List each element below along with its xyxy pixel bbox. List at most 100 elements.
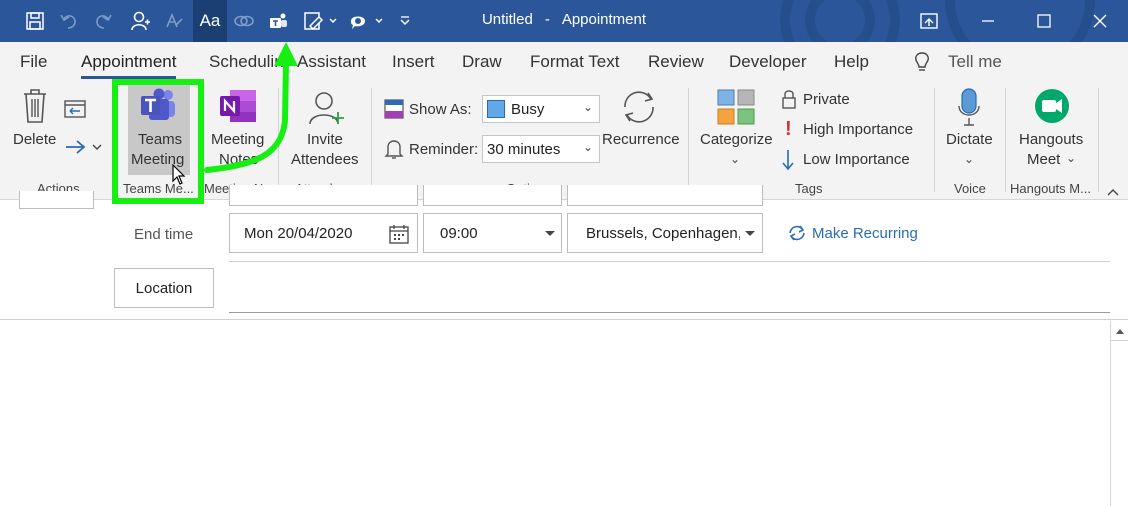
meeting-notes-line2[interactable]: Notes xyxy=(219,150,258,170)
group-separator xyxy=(278,88,279,192)
reminder-value: 30 minutes xyxy=(487,140,561,158)
timezone-field[interactable]: Brussels, Copenhagen, M xyxy=(567,213,763,253)
meeting-notes-line1[interactable]: Meeting xyxy=(211,130,264,150)
ribbon-tabs: File Appointment Schedulin Assistant Ins… xyxy=(0,42,1128,80)
onenote-icon[interactable] xyxy=(218,88,258,129)
tags-group-label: Tags xyxy=(795,181,823,196)
end-time-field[interactable]: 09:00 xyxy=(423,213,562,253)
tab-help[interactable]: Help xyxy=(834,52,869,72)
undo-icon[interactable] xyxy=(54,0,84,42)
edit-form-icon[interactable] xyxy=(300,0,342,42)
message-body[interactable] xyxy=(0,321,1110,506)
reminder-dropdown[interactable]: 30 minutes ⌄ xyxy=(482,135,600,163)
caret-down-icon[interactable] xyxy=(744,224,756,246)
address-book-icon[interactable] xyxy=(124,0,156,42)
appointment-form: End time Mon 20/04/2020 09:00 Brussels, … xyxy=(0,185,1128,506)
group-separator xyxy=(371,88,372,192)
tab-appointment[interactable]: Appointment xyxy=(81,52,177,79)
scroll-up-button[interactable] xyxy=(1111,321,1128,341)
group-separator xyxy=(1005,88,1006,192)
scroll-up-icon xyxy=(1115,328,1124,334)
tab-developer[interactable]: Developer xyxy=(729,52,807,72)
invite-attendees-line1[interactable]: Invite xyxy=(307,130,343,150)
save-icon[interactable] xyxy=(18,0,52,42)
location-button[interactable]: Location xyxy=(114,268,214,308)
tell-me-search[interactable]: Tell me xyxy=(948,52,1002,72)
group-separator xyxy=(688,88,689,192)
delete-icon[interactable] xyxy=(22,88,48,129)
hangouts-meet-icon[interactable] xyxy=(1034,88,1070,129)
body-divider xyxy=(0,319,1128,320)
teams-qat-icon[interactable] xyxy=(266,0,292,42)
start-timezone-field-partial[interactable] xyxy=(567,185,763,206)
collapse-ribbon-icon[interactable] xyxy=(1106,184,1120,202)
categorize-button[interactable]: Categorize xyxy=(700,130,773,150)
font-button[interactable]: Aa xyxy=(193,0,227,42)
spelling-icon[interactable] xyxy=(160,0,188,42)
categorize-icon[interactable] xyxy=(717,89,755,130)
show-as-icon xyxy=(384,99,404,124)
recurrence-button[interactable]: Recurrence xyxy=(602,130,680,150)
tab-file[interactable]: File xyxy=(20,52,47,72)
make-recurring-link[interactable]: Make Recurring xyxy=(812,225,918,242)
high-importance-icon: ! xyxy=(785,118,792,140)
group-separator xyxy=(934,88,935,192)
document-name: Untitled xyxy=(481,11,533,28)
lock-icon xyxy=(781,89,797,114)
end-time-value: 09:00 xyxy=(440,224,478,242)
group-separator xyxy=(1098,88,1099,192)
end-date-value: Mon 20/04/2020 xyxy=(244,224,353,242)
hangouts-meet-line1[interactable]: Hangouts xyxy=(1019,130,1083,150)
tab-insert[interactable]: Insert xyxy=(392,52,435,72)
tab-review[interactable]: Review xyxy=(648,52,704,72)
hangouts-group-label: Hangouts M... xyxy=(1010,181,1091,196)
chevron-down-icon: ⌄ xyxy=(582,100,593,114)
chevron-down-icon: ⌄ xyxy=(1066,151,1077,165)
show-as-dropdown[interactable]: Busy ⌄ xyxy=(482,95,600,123)
chevron-down-icon: ⌄ xyxy=(730,152,741,166)
start-time-button-partial[interactable] xyxy=(19,191,94,209)
make-recurring-icon[interactable] xyxy=(787,224,807,247)
forward-arrow-icon[interactable] xyxy=(64,138,104,161)
redo-icon[interactable] xyxy=(88,0,118,42)
end-time-label: End time xyxy=(134,226,194,243)
calendar-forward-icon[interactable] xyxy=(64,98,86,123)
high-importance-button[interactable]: High Importance xyxy=(803,120,913,140)
teams-icon[interactable] xyxy=(140,88,178,127)
tab-format-text[interactable]: Format Text xyxy=(530,52,619,72)
private-button[interactable]: Private xyxy=(803,90,850,110)
delete-button[interactable]: Delete xyxy=(13,130,56,150)
close-icon[interactable] xyxy=(1072,0,1128,42)
show-as-value: Busy xyxy=(511,100,545,118)
reminder-label: Reminder: xyxy=(409,141,479,158)
recurrence-icon[interactable] xyxy=(619,88,659,131)
caret-down-icon[interactable] xyxy=(544,224,556,246)
tab-scheduling-assistant-partial[interactable]: Schedulin xyxy=(209,52,284,72)
teams-group-label: Teams Me... xyxy=(123,181,194,196)
teams-meeting-line1[interactable]: Teams xyxy=(138,130,182,150)
start-time-field-partial[interactable] xyxy=(423,185,562,206)
dictate-button[interactable]: Dictate xyxy=(946,130,993,150)
bell-icon xyxy=(384,138,404,165)
calendar-icon[interactable] xyxy=(389,224,409,248)
divider xyxy=(229,261,1110,262)
group-separator xyxy=(112,88,113,192)
invite-attendees-icon[interactable] xyxy=(307,88,347,133)
tab-scheduling-assistant[interactable]: Assistant xyxy=(297,52,366,72)
customize-qat-icon[interactable] xyxy=(394,0,416,42)
maximize-icon[interactable] xyxy=(1016,0,1072,42)
chat-icon[interactable] xyxy=(346,0,388,42)
location-input-underline[interactable] xyxy=(229,312,1110,313)
tab-draw[interactable]: Draw xyxy=(462,52,502,72)
low-importance-button[interactable]: Low Importance xyxy=(803,150,910,170)
start-date-field-partial[interactable] xyxy=(229,185,418,206)
hangouts-meet-line2[interactable]: Meet xyxy=(1027,150,1060,170)
link-icon[interactable] xyxy=(229,0,259,42)
microphone-icon[interactable] xyxy=(957,88,981,133)
end-date-field[interactable]: Mon 20/04/2020 xyxy=(229,213,418,253)
ribbon: Delete Actions Teams Meeting Teams Me...… xyxy=(0,80,1128,200)
invite-attendees-line2[interactable]: Attendees xyxy=(291,150,359,170)
minimize-icon[interactable] xyxy=(960,0,1016,42)
ribbon-display-icon[interactable] xyxy=(901,0,957,42)
vertical-scrollbar[interactable] xyxy=(1110,321,1128,506)
